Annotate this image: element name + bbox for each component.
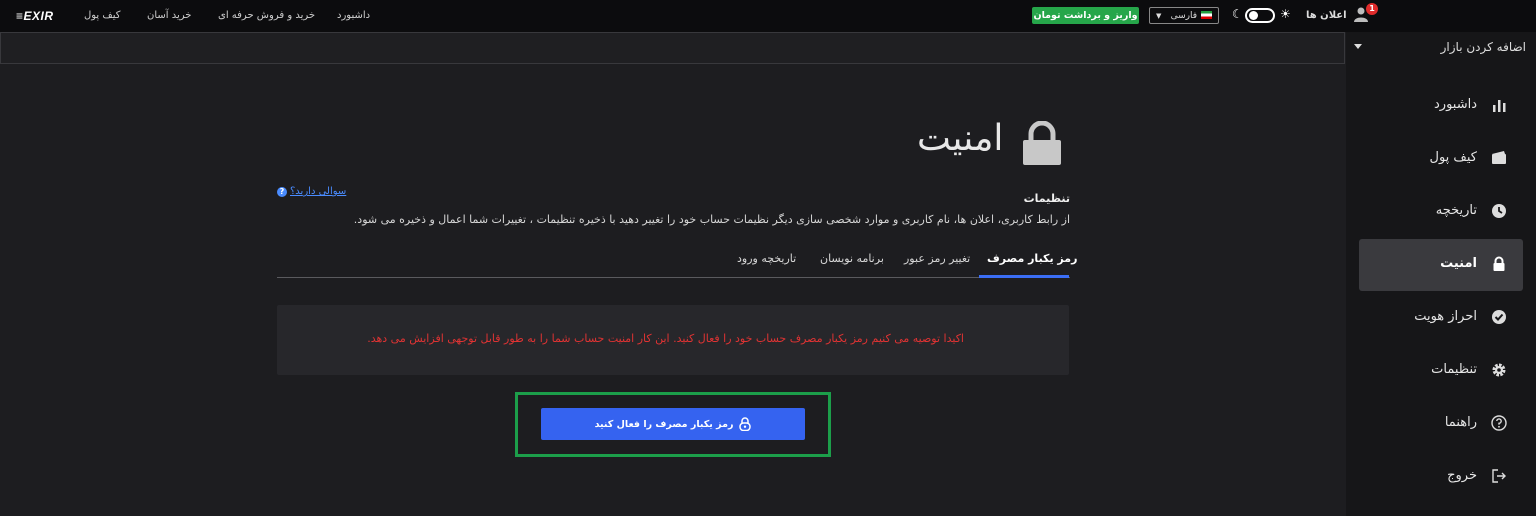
nav-dashboard[interactable]: داشبورد <box>337 10 370 21</box>
sidebar-item-logout[interactable]: خروج <box>1359 451 1523 503</box>
tab-login-history[interactable]: تاریخچه ورود <box>737 252 796 265</box>
sidebar-item-settings[interactable]: تنظیمات <box>1359 345 1523 397</box>
tab-developers[interactable]: برنامه نویسان <box>820 252 884 265</box>
sidebar-item-label: احراز هویت <box>1414 309 1477 324</box>
help-circle-icon: ? <box>277 186 287 197</box>
gear-icon <box>1492 363 1506 377</box>
lock-icon <box>1023 121 1061 165</box>
active-tab-indicator <box>979 275 1069 278</box>
sidebar-item-label: امنیت <box>1440 256 1477 271</box>
sidebar: داشبورد کیف پول تاریخچه امنیت احراز هویت… <box>1346 64 1536 516</box>
lock-icon <box>1493 256 1505 271</box>
clock-icon <box>1492 204 1506 218</box>
sidebar-item-label: تاریخچه <box>1435 203 1477 218</box>
add-market-dropdown[interactable]: اضافه کردن بازار <box>1346 32 1536 64</box>
help-link[interactable]: ? سوالی دارید؟ <box>277 186 346 197</box>
caret-down-icon <box>1354 44 1362 49</box>
theme-switch[interactable] <box>1245 8 1275 23</box>
settings-heading: تنظیمات <box>1023 192 1070 205</box>
nav-quick-trade[interactable]: خرید آسان <box>147 10 191 21</box>
switch-knob <box>1249 11 1258 20</box>
page-title: امنیت <box>917 118 1004 159</box>
bar-chart-icon <box>1493 100 1506 112</box>
notifications-label[interactable]: اعلان ها <box>1306 10 1347 21</box>
language-label: فارسی <box>1170 10 1197 21</box>
logout-icon <box>1492 469 1506 483</box>
enable-otp-button[interactable]: رمز یکبار مصرف را فعال کنید <box>541 408 805 440</box>
market-tabs-bar <box>0 32 1345 64</box>
iran-flag-icon <box>1201 11 1212 19</box>
help-link-text: سوالی دارید؟ <box>290 186 347 197</box>
nav-pro-trade[interactable]: خرید و فروش حرفه ای <box>218 10 315 21</box>
sidebar-item-dashboard[interactable]: داشبورد <box>1359 80 1523 132</box>
sidebar-item-label: تنظیمات <box>1431 362 1477 377</box>
chevron-down-icon: ▼ <box>1156 11 1162 20</box>
sidebar-item-label: راهنما <box>1444 415 1477 430</box>
notification-badge: 1 <box>1366 3 1378 15</box>
tab-otp[interactable]: رمز یکبار مصرف <box>987 252 1077 265</box>
sidebar-item-history[interactable]: تاریخچه <box>1359 186 1523 238</box>
lock-outline-icon <box>739 417 752 431</box>
question-icon <box>1491 415 1507 431</box>
check-circle-icon <box>1492 310 1506 324</box>
sidebar-item-security[interactable]: امنیت <box>1359 239 1523 291</box>
enable-otp-label: رمز یکبار مصرف را فعال کنید <box>594 418 734 430</box>
sidebar-item-help[interactable]: راهنما <box>1359 398 1523 450</box>
sidebar-item-label: کیف پول <box>1429 150 1477 165</box>
sidebar-item-label: خروج <box>1447 468 1477 483</box>
wallet-icon <box>1492 151 1506 164</box>
exir-logo[interactable]: ≡EXIR <box>16 9 54 23</box>
language-select[interactable]: ▼ فارسی <box>1149 7 1219 24</box>
deposit-withdraw-button[interactable]: واریز و برداشت تومان <box>1032 7 1139 24</box>
username-redacted <box>1378 8 1528 22</box>
tab-change-password[interactable]: تغییر رمز عبور <box>904 252 970 265</box>
moon-icon: ☾ <box>1232 7 1243 21</box>
sidebar-item-wallet[interactable]: کیف پول <box>1359 133 1523 185</box>
sidebar-item-label: داشبورد <box>1434 97 1477 112</box>
add-market-label: اضافه کردن بازار <box>1440 40 1526 54</box>
top-bar: ≡EXIR داشبورد خرید و فروش حرفه ای خرید آ… <box>0 0 1536 32</box>
sidebar-item-verification[interactable]: احراز هویت <box>1359 292 1523 344</box>
settings-description: از رابط کاربری، اعلان ها، نام کاربری و م… <box>353 213 1070 226</box>
sun-icon: ☀ <box>1280 7 1291 21</box>
nav-wallet[interactable]: کیف پول <box>84 10 121 21</box>
otp-warning-text: اکیدا توصیه می کنیم رمز یکبار مصرف حساب … <box>367 332 964 345</box>
otp-warning-box: اکیدا توصیه می کنیم رمز یکبار مصرف حساب … <box>277 305 1069 375</box>
